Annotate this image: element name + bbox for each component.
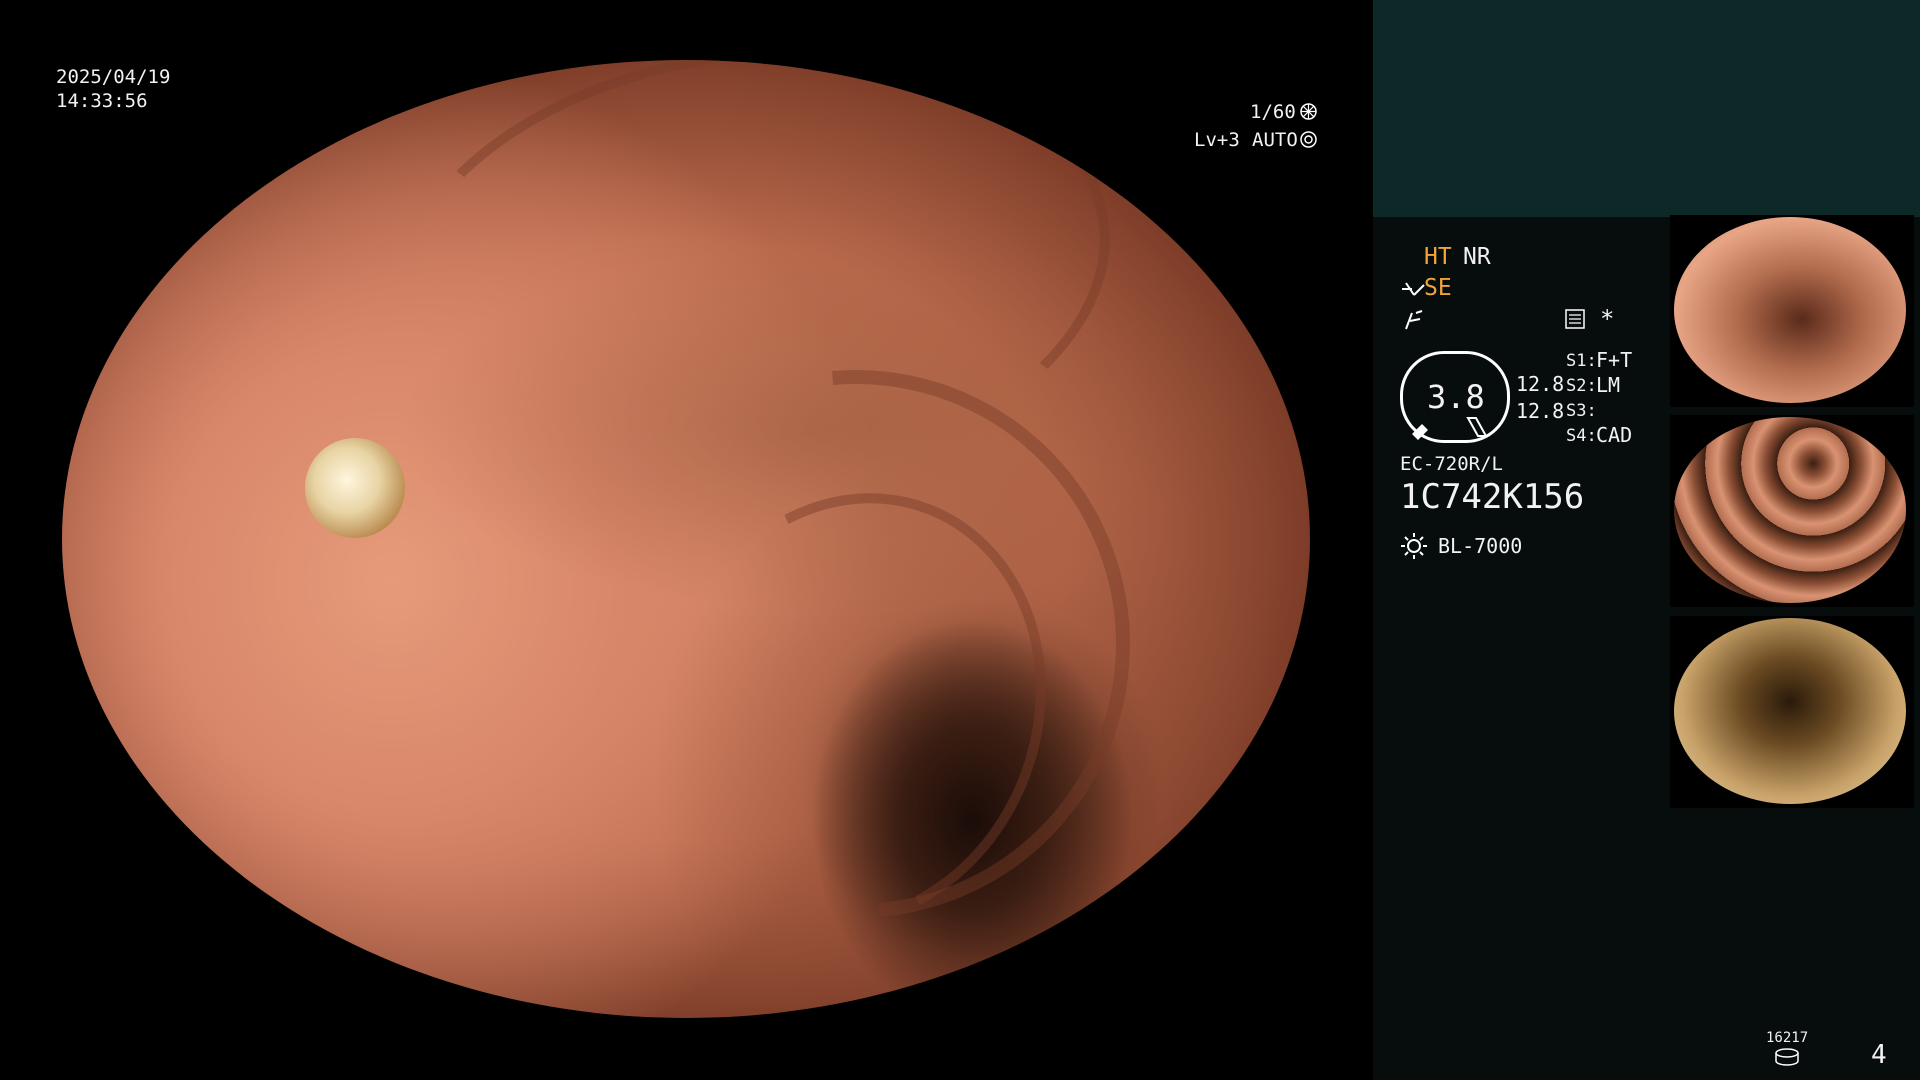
- s4-value: CAD: [1596, 423, 1633, 447]
- marker-icon: [1466, 417, 1488, 437]
- light-source-icon: [1401, 533, 1427, 559]
- scope-model: EC-720R/L: [1400, 453, 1503, 475]
- image-settings-icon: [1565, 309, 1585, 329]
- gauge-reading-1: 12.8: [1516, 372, 1565, 396]
- auto-iris-icon: [1300, 131, 1317, 148]
- asterisk-label: *: [1600, 305, 1615, 333]
- page-number: 4: [1871, 1040, 1887, 1070]
- s3-key: S3:: [1566, 401, 1597, 421]
- marker-icon: [1412, 424, 1428, 440]
- ht-label: HT: [1424, 244, 1452, 270]
- image-counter: 16217: [1766, 1030, 1809, 1046]
- date-label: 2025/04/19: [56, 66, 171, 88]
- panel-header: [1373, 0, 1920, 217]
- s2-value: LM: [1596, 373, 1621, 397]
- shutter-label: 1/60: [1250, 101, 1296, 123]
- endoscope-main-view: 2025/04/19 14:33:56 1/60 Lv+3 AUTO: [0, 0, 1373, 1080]
- shutter-icon: [1300, 103, 1317, 120]
- se-label: SE: [1424, 275, 1452, 301]
- thumbnail-2[interactable]: [1670, 415, 1914, 607]
- s1-key: S1:: [1566, 351, 1597, 371]
- gauge-value: 3.8: [1427, 378, 1485, 416]
- lesion: [290, 423, 420, 553]
- endoscopic-image: [62, 60, 1310, 1018]
- scope-serial: 1C742K156: [1400, 477, 1585, 517]
- time-label: 14:33:56: [56, 90, 148, 112]
- waveform-icon: [1405, 310, 1423, 330]
- thumbnail-3[interactable]: [1670, 616, 1914, 808]
- gauge-reading-2: 12.8: [1516, 399, 1565, 423]
- storage-icon: [1775, 1048, 1799, 1066]
- scope-tip-icon: [1402, 282, 1425, 296]
- level-label: Lv+3: [1194, 129, 1240, 151]
- nr-label: NR: [1463, 244, 1491, 270]
- s2-key: S2:: [1566, 376, 1597, 396]
- s1-value: F+T: [1596, 348, 1633, 372]
- thumbnail-1[interactable]: [1670, 215, 1914, 407]
- s4-key: S4:: [1566, 426, 1597, 446]
- light-source-label: BL-7000: [1438, 534, 1523, 558]
- mode-label: AUTO: [1252, 129, 1298, 151]
